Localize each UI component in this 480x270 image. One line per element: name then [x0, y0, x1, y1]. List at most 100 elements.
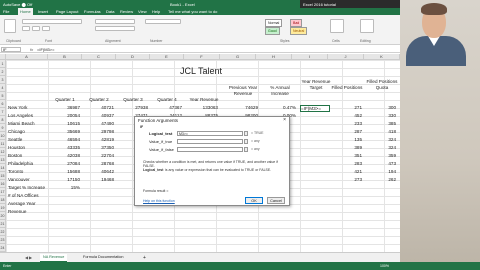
- tab-file[interactable]: File: [3, 9, 9, 14]
- autosum-button[interactable]: [360, 19, 374, 33]
- paste-button[interactable]: [4, 19, 16, 33]
- tab-help[interactable]: Help: [152, 9, 160, 14]
- collapse-ref-icon[interactable]: [244, 147, 248, 152]
- table-cell[interactable]: 389: [330, 145, 362, 150]
- number-format-select[interactable]: [145, 19, 181, 24]
- table-cell[interactable]: 0.47%: [262, 105, 296, 110]
- table-cell[interactable]: 452: [330, 113, 362, 118]
- tab-home[interactable]: Home: [18, 8, 33, 15]
- table-cell[interactable]: 473: [364, 161, 396, 166]
- table-cell[interactable]: 28768: [82, 161, 114, 166]
- ok-button[interactable]: OK: [245, 197, 263, 204]
- table-cell[interactable]: 40642: [82, 169, 114, 174]
- office-name-cell[interactable]: Chicago: [8, 129, 48, 134]
- table-cell[interactable]: 133063: [184, 105, 218, 110]
- office-name-cell[interactable]: Miami Beach: [8, 121, 48, 126]
- table-cell[interactable]: 324: [364, 145, 396, 150]
- italic-button[interactable]: [32, 26, 40, 31]
- office-name-cell[interactable]: Los Angeles: [8, 113, 48, 118]
- table-cell[interactable]: 194: [364, 169, 396, 174]
- value-if-true-input[interactable]: [177, 139, 243, 144]
- style-neutral[interactable]: Neutral: [290, 27, 308, 35]
- table-cell[interactable]: 37350: [82, 145, 114, 150]
- table-cell[interactable]: 20054: [48, 113, 80, 118]
- table-cell[interactable]: 36987: [48, 105, 80, 110]
- style-normal[interactable]: Normal: [265, 19, 283, 27]
- sheet-tab-formula-documentation[interactable]: Formula Documentation: [80, 254, 127, 262]
- table-cell[interactable]: 47367: [150, 105, 182, 110]
- table-cell[interactable]: 330: [364, 113, 396, 118]
- tab-page-layout[interactable]: Page Layout: [56, 9, 78, 14]
- table-cell[interactable]: 351: [330, 153, 362, 158]
- close-icon[interactable]: ×: [283, 117, 286, 123]
- table-cell[interactable]: 42819: [82, 137, 114, 142]
- align-buttons[interactable]: [95, 19, 135, 24]
- table-cell[interactable]: 15688: [48, 169, 80, 174]
- tab-review[interactable]: Review: [120, 9, 133, 14]
- table-cell[interactable]: 40721: [82, 105, 114, 110]
- tab-formulas[interactable]: Formulas: [84, 9, 101, 14]
- help-link[interactable]: Help on this function: [143, 199, 175, 203]
- table-cell[interactable]: 27938: [116, 105, 148, 110]
- table-cell[interactable]: 43335: [48, 145, 80, 150]
- table-cell[interactable]: 421: [330, 169, 362, 174]
- office-name-cell[interactable]: New York: [8, 105, 48, 110]
- value-target-pct[interactable]: 15%: [48, 185, 80, 190]
- wrap-text-button[interactable]: [95, 26, 135, 31]
- formula-input[interactable]: =IF(M3>=: [37, 47, 54, 52]
- office-name-cell[interactable]: Philadelphia: [8, 161, 48, 166]
- table-cell[interactable]: 40937: [82, 113, 114, 118]
- table-cell[interactable]: 17150: [48, 177, 80, 182]
- collapse-ref-icon[interactable]: [244, 131, 248, 136]
- cancel-button[interactable]: Cancel: [267, 197, 285, 204]
- underline-button[interactable]: [42, 26, 50, 31]
- table-cell[interactable]: 46594: [48, 137, 80, 142]
- table-cell[interactable]: 287: [330, 129, 362, 134]
- table-cell[interactable]: 35669: [48, 129, 80, 134]
- table-cell[interactable]: 283: [330, 161, 362, 166]
- office-name-cell[interactable]: Boston: [8, 153, 48, 158]
- zoom-level[interactable]: 100%: [380, 264, 389, 268]
- table-cell[interactable]: 262: [364, 177, 396, 182]
- fx-icon[interactable]: fx: [30, 47, 33, 52]
- tab-data[interactable]: Data: [106, 9, 114, 14]
- sheet-nav-icon[interactable]: ◀ ▶: [22, 254, 35, 262]
- table-cell[interactable]: 19468: [82, 177, 114, 182]
- table-cell[interactable]: 300: [364, 105, 396, 110]
- active-cell[interactable]: =IF(M3>=: [300, 105, 330, 112]
- table-cell[interactable]: 29798: [82, 129, 114, 134]
- add-sheet-button[interactable]: +: [140, 254, 149, 262]
- insert-cells-button[interactable]: [330, 19, 344, 33]
- collapse-ref-icon[interactable]: [244, 139, 248, 144]
- table-cell[interactable]: 385: [364, 121, 396, 126]
- style-good[interactable]: Good: [265, 27, 280, 35]
- table-cell[interactable]: 10615: [48, 121, 80, 126]
- table-cell[interactable]: 22704: [82, 153, 114, 158]
- tab-view[interactable]: View: [138, 9, 147, 14]
- office-name-cell[interactable]: Toronto: [8, 169, 48, 174]
- bold-button[interactable]: [22, 26, 30, 31]
- sheet-tab-na-revenue[interactable]: NA Revenue: [40, 254, 68, 262]
- table-cell[interactable]: 271: [330, 105, 362, 110]
- tab-insert[interactable]: Insert: [38, 9, 48, 14]
- table-cell[interactable]: 47490: [82, 121, 114, 126]
- table-cell[interactable]: 233: [330, 121, 362, 126]
- table-cell[interactable]: 135: [330, 137, 362, 142]
- table-cell[interactable]: 42038: [48, 153, 80, 158]
- office-name-cell[interactable]: Vancouver: [8, 177, 48, 182]
- tell-me-search[interactable]: Tell me what you want to do: [168, 9, 217, 14]
- style-bad[interactable]: Bad: [290, 19, 303, 27]
- table-cell[interactable]: 74629: [224, 105, 258, 110]
- office-name-cell[interactable]: Seattle: [8, 137, 48, 142]
- font-name-select[interactable]: [22, 19, 82, 24]
- table-cell[interactable]: 27084: [48, 161, 80, 166]
- office-name-cell[interactable]: Houston: [8, 145, 48, 150]
- logical-test-input[interactable]: M3>=: [177, 131, 243, 136]
- autosave-label[interactable]: AutoSave ⬤ Off: [3, 2, 32, 7]
- table-cell[interactable]: 359: [364, 153, 396, 158]
- table-cell[interactable]: 418: [364, 129, 396, 134]
- value-if-false-input[interactable]: [177, 147, 243, 152]
- table-cell[interactable]: 324: [364, 137, 396, 142]
- name-box[interactable]: IF: [1, 47, 21, 52]
- table-cell[interactable]: 273: [330, 177, 362, 182]
